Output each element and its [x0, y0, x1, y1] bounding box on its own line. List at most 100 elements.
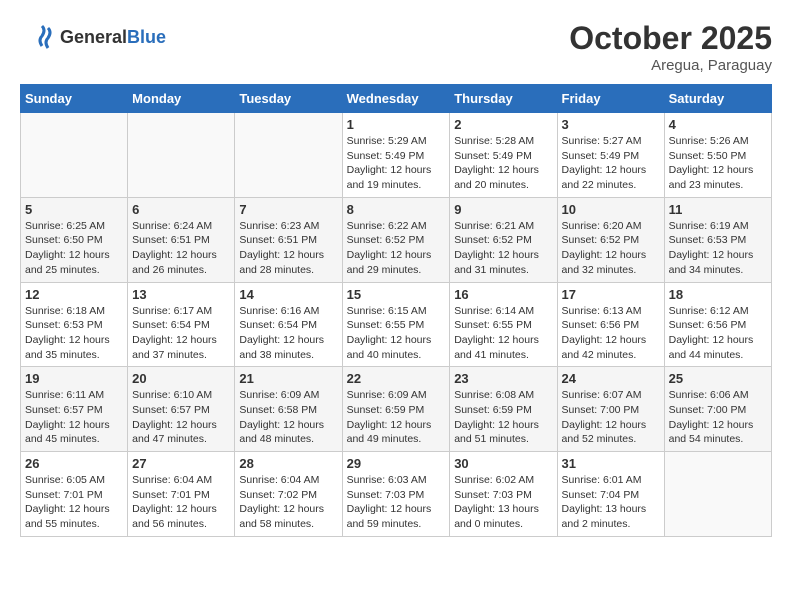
logo-general-text: General	[60, 27, 127, 47]
calendar-cell: 17 Sunrise: 6:13 AM Sunset: 6:56 PM Dayli…	[557, 282, 664, 367]
day-number: 6	[132, 202, 230, 217]
day-number: 14	[239, 287, 337, 302]
day-info: Sunrise: 5:26 AM Sunset: 5:50 PM Dayligh…	[669, 134, 767, 193]
day-info: Sunrise: 6:18 AM Sunset: 6:53 PM Dayligh…	[25, 304, 123, 363]
weekday-header-sunday: Sunday	[21, 85, 128, 113]
weekday-header-saturday: Saturday	[664, 85, 771, 113]
day-info: Sunrise: 6:13 AM Sunset: 6:56 PM Dayligh…	[562, 304, 660, 363]
location-subtitle: Aregua, Paraguay	[569, 57, 772, 74]
day-info: Sunrise: 6:05 AM Sunset: 7:01 PM Dayligh…	[25, 473, 123, 532]
calendar-cell: 21 Sunrise: 6:09 AM Sunset: 6:58 PM Dayli…	[235, 367, 342, 452]
calendar-cell: 5Sunrise: 6:25 AM Sunset: 6:50 PM Daylig…	[21, 197, 128, 282]
day-number: 24	[562, 371, 660, 386]
weekday-header-row: SundayMondayTuesdayWednesdayThursdayFrid…	[21, 85, 772, 113]
day-info: Sunrise: 6:25 AM Sunset: 6:50 PM Dayligh…	[25, 219, 123, 278]
day-number: 31	[562, 456, 660, 471]
title-block: October 2025 Aregua, Paraguay	[569, 20, 772, 74]
calendar-cell: 16 Sunrise: 6:14 AM Sunset: 6:55 PM Dayli…	[450, 282, 557, 367]
day-number: 11	[669, 202, 767, 217]
day-info: Sunrise: 6:03 AM Sunset: 7:03 PM Dayligh…	[347, 473, 446, 532]
day-number: 3	[562, 117, 660, 132]
day-info: Sunrise: 6:02 AM Sunset: 7:03 PM Dayligh…	[454, 473, 552, 532]
calendar-cell: 18 Sunrise: 6:12 AM Sunset: 6:56 PM Dayli…	[664, 282, 771, 367]
day-info: Sunrise: 6:04 AM Sunset: 7:01 PM Dayligh…	[132, 473, 230, 532]
logo: GeneralBlue	[20, 20, 166, 56]
weekday-header-tuesday: Tuesday	[235, 85, 342, 113]
calendar-week-row: 12 Sunrise: 6:18 AM Sunset: 6:53 PM Dayli…	[21, 282, 772, 367]
calendar-cell: 19 Sunrise: 6:11 AM Sunset: 6:57 PM Dayli…	[21, 367, 128, 452]
calendar-cell: 11 Sunrise: 6:19 AM Sunset: 6:53 PM Dayli…	[664, 197, 771, 282]
calendar-cell: 27 Sunrise: 6:04 AM Sunset: 7:01 PM Dayli…	[128, 452, 235, 537]
calendar-cell: 8 Sunrise: 6:22 AM Sunset: 6:52 PM Daylig…	[342, 197, 450, 282]
day-number: 17	[562, 287, 660, 302]
month-title: October 2025	[569, 20, 772, 57]
day-number: 20	[132, 371, 230, 386]
day-number: 19	[25, 371, 123, 386]
day-number: 4	[669, 117, 767, 132]
day-number: 15	[347, 287, 446, 302]
day-number: 10	[562, 202, 660, 217]
calendar-cell: 15Sunrise: 6:15 AM Sunset: 6:55 PM Dayli…	[342, 282, 450, 367]
day-info: Sunrise: 6:12 AM Sunset: 6:56 PM Dayligh…	[669, 304, 767, 363]
day-number: 30	[454, 456, 552, 471]
day-info: Sunrise: 5:27 AM Sunset: 5:49 PM Dayligh…	[562, 134, 660, 193]
day-number: 1	[347, 117, 446, 132]
calendar-cell: 3 Sunrise: 5:27 AM Sunset: 5:49 PM Daylig…	[557, 113, 664, 198]
day-info: Sunrise: 6:08 AM Sunset: 6:59 PM Dayligh…	[454, 388, 552, 447]
calendar-cell: 13 Sunrise: 6:17 AM Sunset: 6:54 PM Dayli…	[128, 282, 235, 367]
calendar-cell: 28 Sunrise: 6:04 AM Sunset: 7:02 PM Dayli…	[235, 452, 342, 537]
calendar-cell	[235, 113, 342, 198]
calendar-cell: 23 Sunrise: 6:08 AM Sunset: 6:59 PM Dayli…	[450, 367, 557, 452]
day-info: Sunrise: 6:19 AM Sunset: 6:53 PM Dayligh…	[669, 219, 767, 278]
day-number: 9	[454, 202, 552, 217]
calendar-cell	[664, 452, 771, 537]
day-number: 12	[25, 287, 123, 302]
calendar-cell: 10 Sunrise: 6:20 AM Sunset: 6:52 PM Dayli…	[557, 197, 664, 282]
day-number: 8	[347, 202, 446, 217]
calendar-cell: 1 Sunrise: 5:29 AM Sunset: 5:49 PM Daylig…	[342, 113, 450, 198]
day-info: Sunrise: 5:29 AM Sunset: 5:49 PM Dayligh…	[347, 134, 446, 193]
day-number: 23	[454, 371, 552, 386]
day-number: 28	[239, 456, 337, 471]
day-info: Sunrise: 6:20 AM Sunset: 6:52 PM Dayligh…	[562, 219, 660, 278]
calendar-week-row: 26Sunrise: 6:05 AM Sunset: 7:01 PM Dayli…	[21, 452, 772, 537]
calendar-cell: 2 Sunrise: 5:28 AM Sunset: 5:49 PM Daylig…	[450, 113, 557, 198]
calendar-week-row: 1 Sunrise: 5:29 AM Sunset: 5:49 PM Daylig…	[21, 113, 772, 198]
day-number: 13	[132, 287, 230, 302]
calendar-cell: 22Sunrise: 6:09 AM Sunset: 6:59 PM Dayli…	[342, 367, 450, 452]
calendar-cell: 4 Sunrise: 5:26 AM Sunset: 5:50 PM Daylig…	[664, 113, 771, 198]
day-info: Sunrise: 6:10 AM Sunset: 6:57 PM Dayligh…	[132, 388, 230, 447]
day-info: Sunrise: 6:04 AM Sunset: 7:02 PM Dayligh…	[239, 473, 337, 532]
day-info: Sunrise: 6:23 AM Sunset: 6:51 PM Dayligh…	[239, 219, 337, 278]
day-number: 7	[239, 202, 337, 217]
calendar-week-row: 19 Sunrise: 6:11 AM Sunset: 6:57 PM Dayli…	[21, 367, 772, 452]
day-info: Sunrise: 6:09 AM Sunset: 6:58 PM Dayligh…	[239, 388, 337, 447]
calendar-cell: 31 Sunrise: 6:01 AM Sunset: 7:04 PM Dayli…	[557, 452, 664, 537]
day-number: 27	[132, 456, 230, 471]
day-info: Sunrise: 6:22 AM Sunset: 6:52 PM Dayligh…	[347, 219, 446, 278]
weekday-header-thursday: Thursday	[450, 85, 557, 113]
day-number: 2	[454, 117, 552, 132]
day-info: Sunrise: 6:07 AM Sunset: 7:00 PM Dayligh…	[562, 388, 660, 447]
calendar-cell: 14Sunrise: 6:16 AM Sunset: 6:54 PM Dayli…	[235, 282, 342, 367]
day-info: Sunrise: 6:11 AM Sunset: 6:57 PM Dayligh…	[25, 388, 123, 447]
calendar-cell	[128, 113, 235, 198]
day-info: Sunrise: 5:28 AM Sunset: 5:49 PM Dayligh…	[454, 134, 552, 193]
calendar-cell: 12 Sunrise: 6:18 AM Sunset: 6:53 PM Dayli…	[21, 282, 128, 367]
day-number: 18	[669, 287, 767, 302]
day-info: Sunrise: 6:14 AM Sunset: 6:55 PM Dayligh…	[454, 304, 552, 363]
day-info: Sunrise: 6:17 AM Sunset: 6:54 PM Dayligh…	[132, 304, 230, 363]
calendar-cell: 25Sunrise: 6:06 AM Sunset: 7:00 PM Dayli…	[664, 367, 771, 452]
calendar-table: SundayMondayTuesdayWednesdayThursdayFrid…	[20, 84, 772, 537]
calendar-week-row: 5Sunrise: 6:25 AM Sunset: 6:50 PM Daylig…	[21, 197, 772, 282]
calendar-cell: 30 Sunrise: 6:02 AM Sunset: 7:03 PM Dayli…	[450, 452, 557, 537]
weekday-header-monday: Monday	[128, 85, 235, 113]
calendar-cell	[21, 113, 128, 198]
day-number: 21	[239, 371, 337, 386]
day-info: Sunrise: 6:21 AM Sunset: 6:52 PM Dayligh…	[454, 219, 552, 278]
logo-icon	[20, 20, 56, 56]
day-info: Sunrise: 6:01 AM Sunset: 7:04 PM Dayligh…	[562, 473, 660, 532]
calendar-cell: 6Sunrise: 6:24 AM Sunset: 6:51 PM Daylig…	[128, 197, 235, 282]
calendar-cell: 9 Sunrise: 6:21 AM Sunset: 6:52 PM Daylig…	[450, 197, 557, 282]
day-number: 16	[454, 287, 552, 302]
